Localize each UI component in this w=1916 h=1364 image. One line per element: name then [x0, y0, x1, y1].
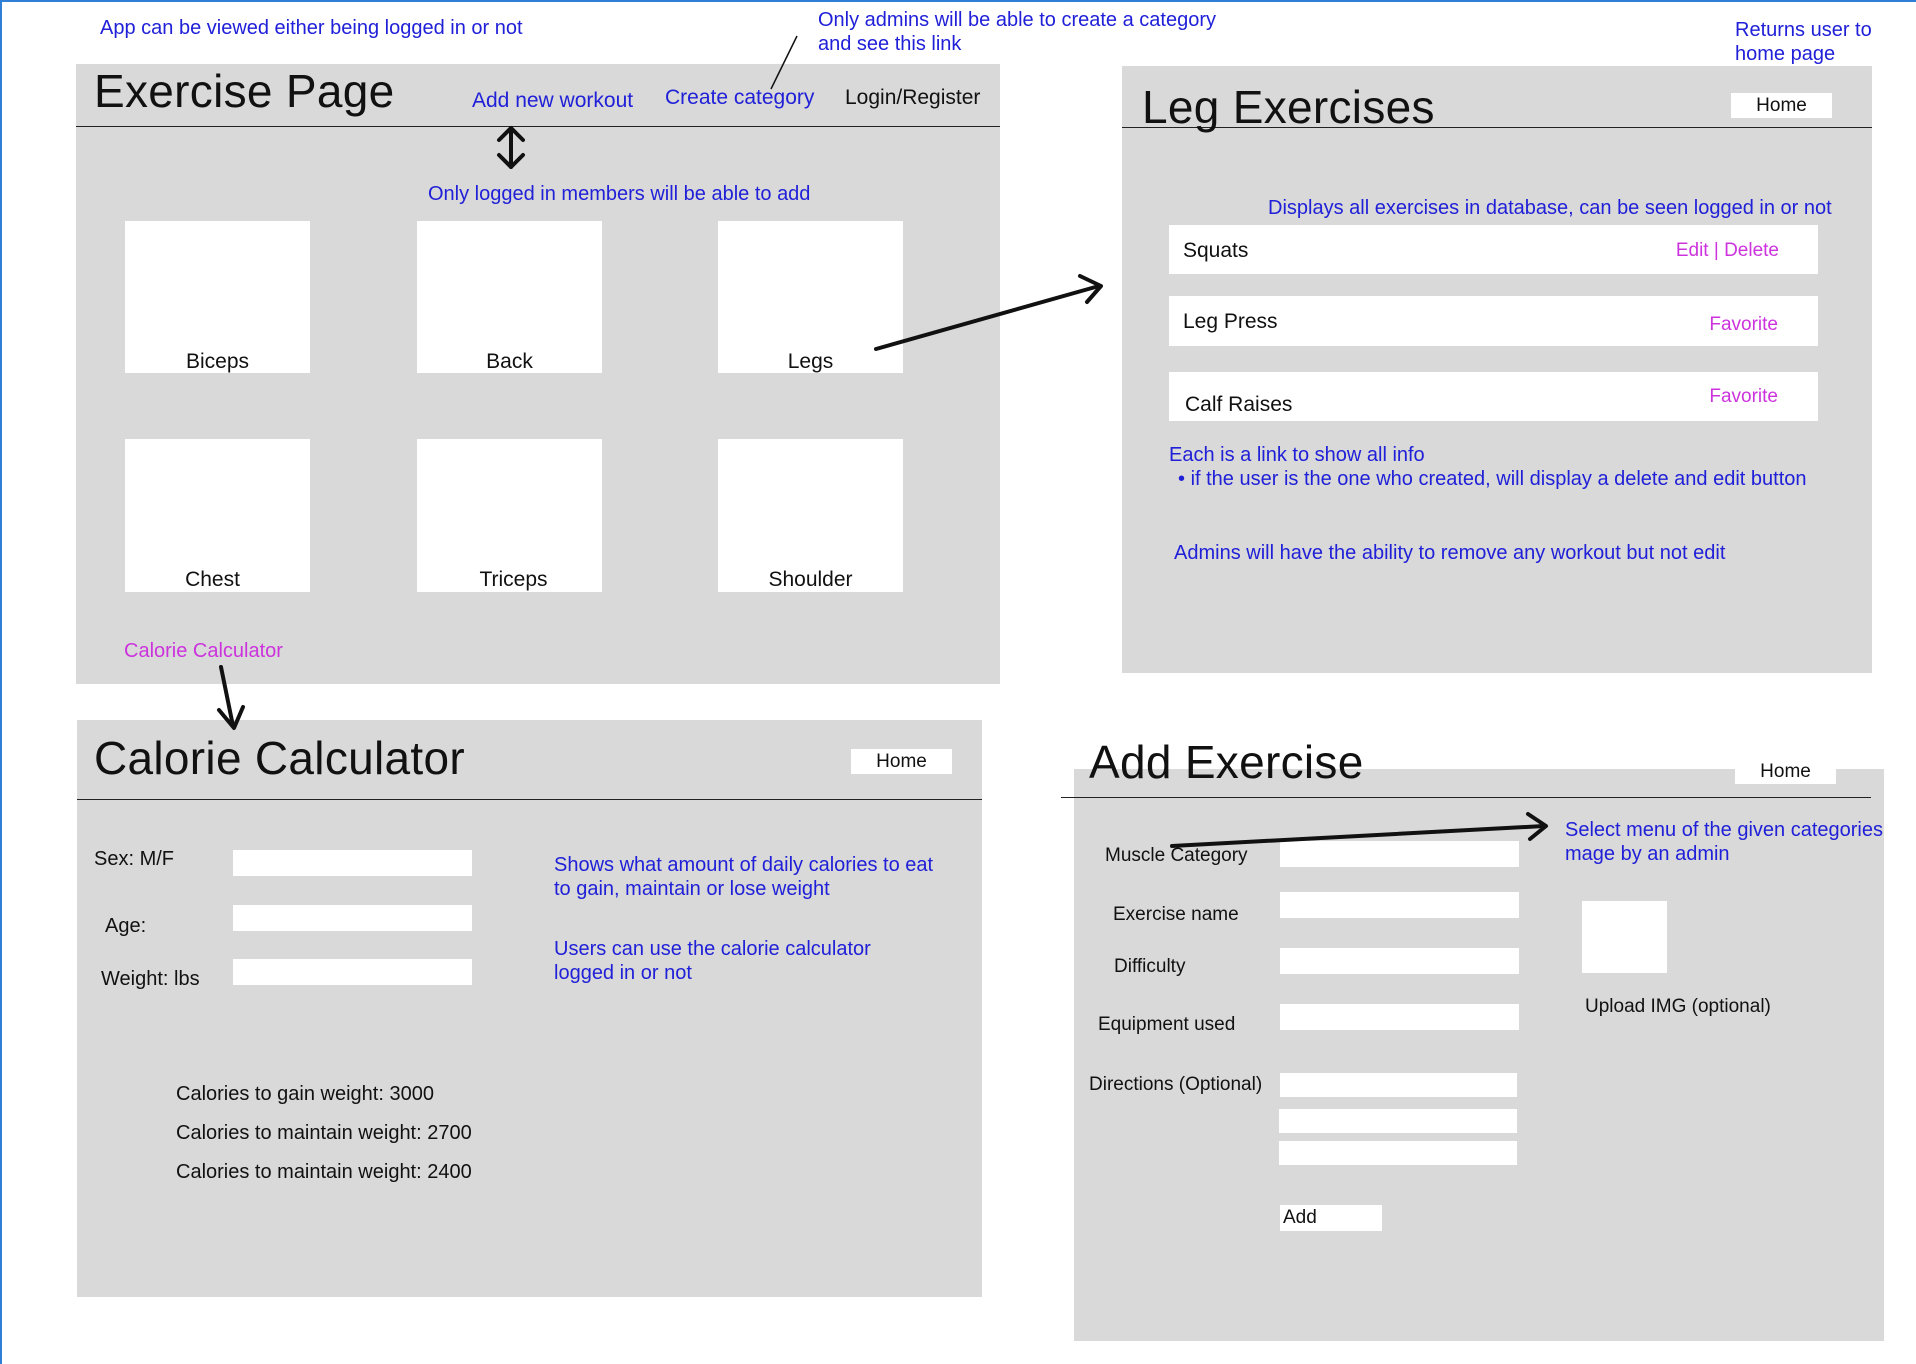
tile-label: Back [486, 350, 533, 373]
users-calculator-note: Users can use the calorie calculator log… [554, 937, 871, 985]
category-select[interactable] [1280, 841, 1519, 867]
exercise-page-divider [76, 126, 1000, 127]
leg-exercises-panel [1122, 66, 1872, 673]
tile-label: Biceps [185, 350, 250, 373]
members-add-note: Only logged in members will be able to a… [428, 183, 811, 205]
exercise-name: Squats [1183, 239, 1249, 262]
sex-label: Sex: M/F [94, 848, 175, 870]
category-label: Muscle Category [1105, 845, 1248, 866]
category-tile-shoulder[interactable]: Shoulder [718, 439, 903, 592]
tile-label: Shoulder [768, 568, 853, 591]
exercise-name: Calf Raises [1185, 393, 1293, 416]
delete-link[interactable]: Delete [1724, 240, 1779, 261]
weight-input[interactable] [233, 959, 472, 985]
category-tile-back[interactable]: Back [417, 221, 602, 373]
directions-label: Directions (Optional) [1089, 1074, 1263, 1095]
directions-input-line-2[interactable] [1279, 1109, 1517, 1133]
difficulty-input[interactable] [1280, 948, 1519, 974]
each-link-note: Each is a link to show all info [1169, 444, 1425, 466]
category-tile-legs[interactable]: Legs [718, 221, 903, 373]
category-tile-biceps[interactable]: Biceps [125, 221, 310, 373]
create-category-link[interactable]: Create category [665, 86, 814, 110]
separator: | [1713, 240, 1719, 261]
edit-link[interactable]: Edit [1676, 240, 1709, 261]
home-button[interactable]: Home [1735, 759, 1836, 784]
shows-calories-note: Shows what amount of daily calories to e… [554, 853, 933, 901]
home-button[interactable]: Home [851, 749, 952, 774]
equipment-label: Equipment used [1098, 1014, 1236, 1035]
image-upload-preview[interactable] [1582, 901, 1667, 973]
equipment-input[interactable] [1280, 1004, 1519, 1030]
upload-image-label[interactable]: Upload IMG (optional) [1585, 996, 1771, 1018]
page-title: Leg Exercises [1142, 81, 1435, 133]
page-title: Calorie Calculator [94, 732, 465, 784]
calorie-calculator-divider [77, 799, 982, 800]
directions-input-line-3[interactable] [1279, 1141, 1517, 1165]
age-input[interactable] [233, 905, 472, 931]
tile-label: Triceps [479, 568, 548, 591]
note-line: home page [1735, 43, 1836, 65]
note-line: Select menu of the given categories [1565, 819, 1883, 841]
login-register-link[interactable]: Login/Register [845, 86, 980, 110]
exercise-name-input[interactable] [1280, 892, 1519, 918]
note-line: Users can use the calorie calculator [554, 938, 871, 960]
category-tile-triceps[interactable]: Triceps [417, 439, 602, 592]
edit-delete-actions: Edit | Delete [1676, 240, 1779, 262]
result-maintain: Calories to maintain weight: 2700 [176, 1122, 472, 1144]
select-menu-note: Select menu of the given categories mage… [1565, 818, 1883, 866]
note-line: Returns user to [1735, 19, 1872, 41]
admins-category-note: Only admins will be able to create a cat… [818, 8, 1216, 56]
exercise-name-label: Exercise name [1113, 904, 1239, 925]
note-line: logged in or not [554, 962, 692, 984]
home-button[interactable]: Home [1731, 93, 1832, 118]
bullet-text: if the user is the one who created, will… [1190, 468, 1807, 490]
favorite-link[interactable]: Favorite [1709, 314, 1778, 336]
category-tile-chest[interactable]: Chest [125, 439, 310, 592]
sex-input[interactable] [233, 850, 472, 876]
add-button[interactable]: Add [1280, 1205, 1382, 1231]
note-line: and see this link [818, 33, 962, 55]
exercise-row[interactable]: Calf Raises Favorite [1169, 372, 1818, 421]
note-line: to gain, maintain or lose weight [554, 878, 830, 900]
add-workout-link[interactable]: Add new workout [472, 89, 633, 113]
calorie-calculator-panel [77, 720, 982, 1297]
note-line: Only admins will be able to create a cat… [818, 9, 1216, 31]
exercise-row[interactable]: Squats Edit | Delete [1169, 225, 1818, 274]
favorite-link[interactable]: Favorite [1709, 386, 1778, 408]
age-label: Age: [105, 915, 147, 937]
wireframe-canvas: Exercise Page Add new workout Create cat… [0, 0, 1916, 1364]
add-exercise-divider [1061, 797, 1871, 798]
tile-label: Chest [185, 568, 240, 591]
result-lose: Calories to maintain weight: 2400 [176, 1161, 472, 1183]
note-line: mage by an admin [1565, 843, 1730, 865]
exercise-name: Leg Press [1183, 310, 1278, 333]
app-view-note: App can be viewed either being logged in… [100, 17, 523, 39]
directions-input-line-1[interactable] [1280, 1073, 1517, 1097]
returns-home-note: Returns user to home page [1735, 18, 1872, 66]
tile-label: Legs [787, 350, 834, 373]
difficulty-label: Difficulty [1114, 956, 1186, 977]
displays-all-note: Displays all exercises in database, can … [1268, 197, 1832, 219]
weight-label: Weight: lbs [101, 968, 200, 990]
page-title: Add Exercise [1089, 736, 1364, 788]
calorie-calculator-link[interactable]: Calorie Calculator [124, 640, 283, 663]
result-gain: Calories to gain weight: 3000 [176, 1083, 434, 1105]
admins-remove-note: Admins will have the ability to remove a… [1174, 542, 1726, 564]
page-title: Exercise Page [94, 65, 395, 117]
note-line: Shows what amount of daily calories to e… [554, 854, 934, 876]
bullet-dot: • [1178, 468, 1191, 490]
each-link-bullet: • if the user is the one who created, wi… [1178, 467, 1807, 491]
exercise-row[interactable]: Leg Press Favorite [1169, 296, 1818, 346]
